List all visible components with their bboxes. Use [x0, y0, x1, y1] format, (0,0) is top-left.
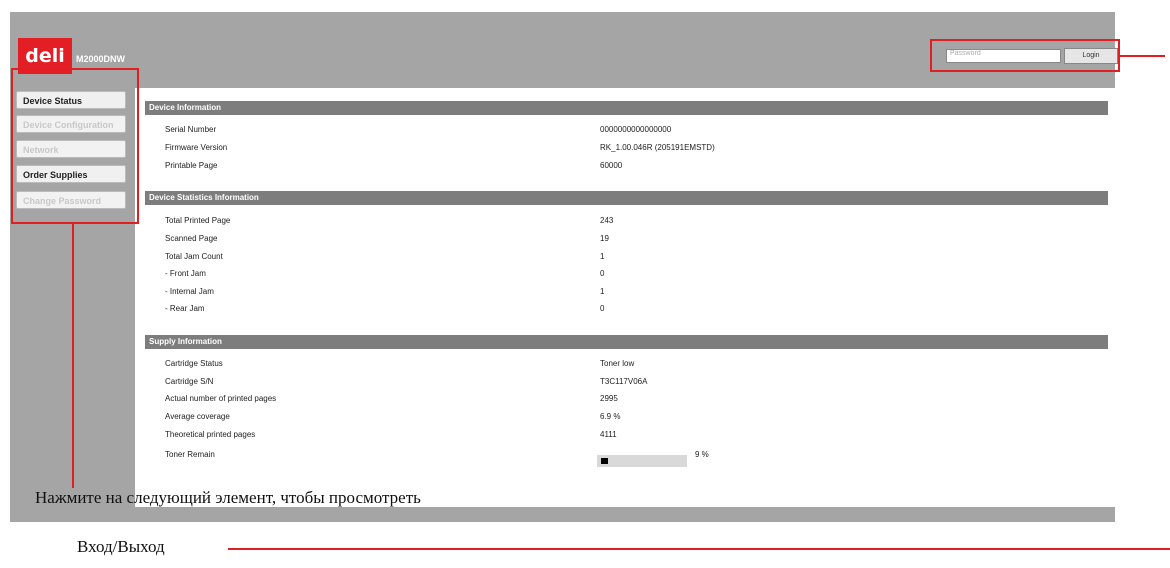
login-caption: Вход/Выход: [77, 537, 165, 556]
printer-web-ui: deli M2000DNW Password Login Device Stat…: [10, 12, 1118, 522]
row-value: 0: [600, 304, 605, 313]
row-label: Actual number of printed pages: [165, 394, 277, 403]
row-value: 1: [600, 287, 605, 296]
row-value: RK_1.00.046R (205191EMSTD): [600, 143, 715, 152]
row-label: Scanned Page: [165, 234, 218, 243]
section-device-statistics: Device Statistics Information: [145, 191, 1108, 205]
row-value: 0000000000000000: [600, 125, 672, 134]
row-label: - Rear Jam: [165, 304, 205, 313]
row-label: Total Jam Count: [165, 252, 223, 261]
row-label: Serial Number: [165, 125, 217, 134]
row-value: Toner low: [600, 359, 635, 368]
row-label: - Internal Jam: [165, 287, 214, 296]
row-value: 4111: [600, 430, 617, 439]
row-label: Theoretical printed pages: [165, 430, 256, 439]
row-label: Firmware Version: [165, 143, 228, 152]
row-value: 243: [600, 216, 614, 225]
row-value: 19: [600, 234, 609, 243]
row-value: T3C117V06A: [600, 377, 648, 386]
nav-caption: Нажмите на следующий элемент, чтобы прос…: [35, 488, 421, 507]
login-pointer-line: [1120, 55, 1165, 57]
nav-pointer-line: [72, 224, 74, 488]
row-value: 0: [600, 269, 605, 278]
row-value: 6.9 %: [600, 412, 621, 421]
row-label: Total Printed Page: [165, 216, 231, 225]
row-label: Printable Page: [165, 161, 218, 170]
row-value: 1: [600, 252, 605, 261]
login-highlight-box: [930, 39, 1120, 72]
row-label: Cartridge Status: [165, 359, 223, 368]
toner-remain-label: Toner Remain: [165, 450, 215, 459]
footer-bar: [10, 507, 1115, 522]
toner-percent: 9 %: [695, 450, 709, 459]
model-name: M2000DNW: [76, 54, 126, 64]
row-label: Cartridge S/N: [165, 377, 214, 386]
nav-highlight-box: [11, 68, 139, 224]
row-value: 2995: [600, 394, 618, 403]
section-supply-information: Supply Information: [145, 335, 1108, 349]
toner-level-fill: [601, 458, 608, 464]
section-device-information: Device Information: [145, 101, 1108, 115]
row-value: 60000: [600, 161, 623, 170]
main-content: Device Information Serial Number 0000000…: [135, 88, 1115, 510]
toner-level-bar: [597, 455, 687, 467]
login-caption-line: [228, 548, 1170, 550]
row-label: - Front Jam: [165, 269, 206, 278]
row-label: Average coverage: [165, 412, 230, 421]
